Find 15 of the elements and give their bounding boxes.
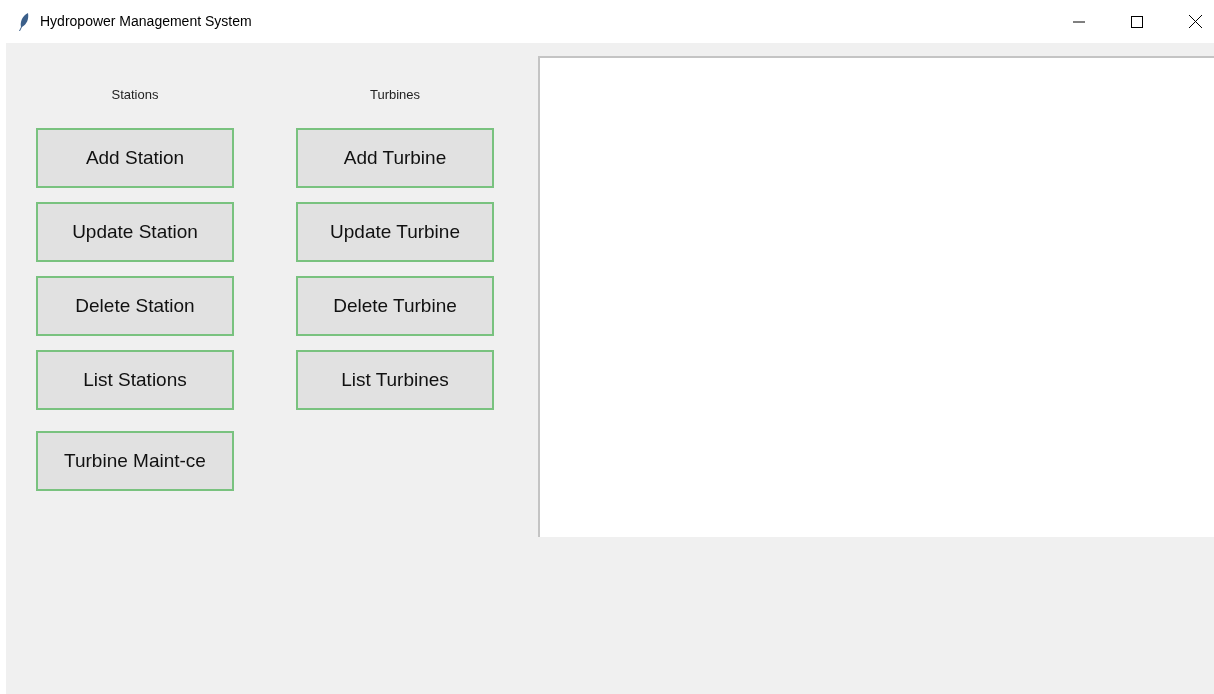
action-button[interactable]: Delete Turbine [296,276,494,336]
action-button[interactable]: Add Turbine [296,128,494,188]
column-heading: Turbines [369,86,421,104]
action-button[interactable]: Add Station [36,128,234,188]
action-button[interactable]: Delete Station [36,276,234,336]
action-button[interactable]: Update Turbine [296,202,494,262]
column-heading: Stations [111,86,159,104]
action-button[interactable]: Turbine Maint-ce [36,431,234,491]
action-button[interactable]: List Turbines [296,350,494,410]
action-button[interactable]: Update Station [36,202,234,262]
action-button[interactable]: List Stations [36,350,234,410]
close-icon[interactable] [1189,15,1202,28]
maximize-icon[interactable] [1131,15,1143,28]
window-title: Hydropower Management System [40,12,252,31]
feather-icon [18,11,30,32]
